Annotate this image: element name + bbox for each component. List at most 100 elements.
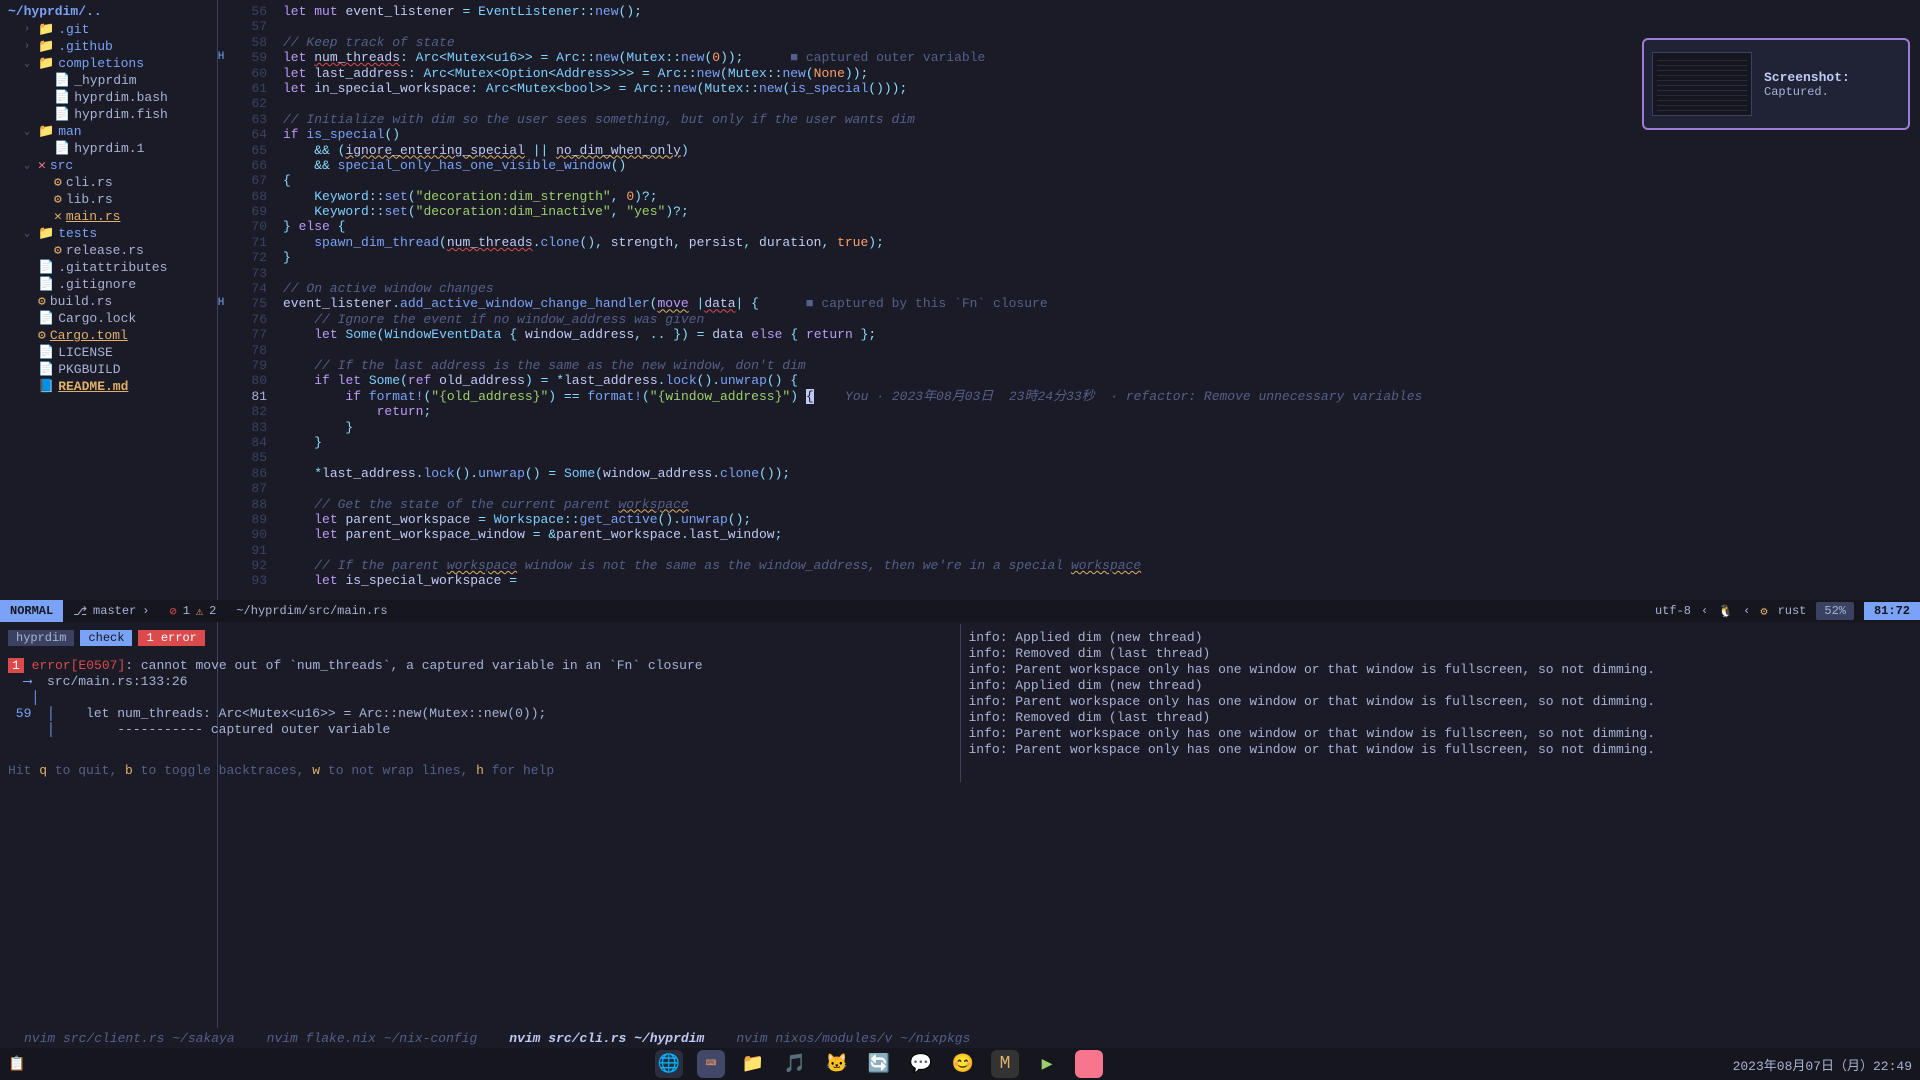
code-line-79[interactable]: // If the last address is the same as th… — [283, 358, 1912, 373]
tree-item-hyprdim-1[interactable]: 📄 hyprdim.1 — [8, 140, 207, 157]
diagnostic-location[interactable]: ⟶ src/main.rs:133:26 — [8, 674, 952, 690]
m-app-icon[interactable]: M — [991, 1050, 1019, 1078]
code-line-77[interactable]: let Some(WindowEventData { window_addres… — [283, 327, 1912, 342]
tree-item-license[interactable]: 📄LICENSE — [8, 344, 207, 361]
tree-item--gitignore[interactable]: 📄.gitignore — [8, 276, 207, 293]
tree-item-completions[interactable]: ⌄📁completions — [8, 55, 207, 72]
taskbar[interactable]: 📋 🌐 ⌨ 📁 🎵 🐱 🔄 💬 😊 M ▶ 2023年08月07日（月）22:4… — [0, 1048, 1920, 1080]
tree-item-cargo-toml[interactable]: ⚙Cargo.toml — [8, 327, 207, 344]
tree-label: .git — [58, 22, 89, 37]
tree-item-lib-rs[interactable]: ⚙lib.rs — [8, 191, 207, 208]
diagnostic-entry[interactable]: 1 error[E0507]: cannot move out of `num_… — [8, 658, 952, 674]
code-line-84[interactable]: } — [283, 435, 1912, 450]
code-line-80[interactable]: if let Some(ref old_address) = *last_add… — [283, 373, 1912, 388]
code-line-70[interactable]: } else { — [283, 219, 1912, 234]
tree-label: hyprdim.1 — [74, 141, 144, 156]
file-icon: 📄 — [54, 141, 70, 156]
code-line-76[interactable]: // Ignore the event if no window_address… — [283, 312, 1912, 327]
tree-item-hyprdim-fish[interactable]: 📄hyprdim.fish — [8, 106, 207, 123]
tmux-window[interactable]: nvim flake.nix ~/nix-config — [251, 1031, 494, 1046]
log-line: info: Applied dim (new thread) — [969, 630, 1913, 646]
code-line-89[interactable]: let parent_workspace = Workspace::get_ac… — [283, 512, 1912, 527]
code-line-81[interactable]: if format!("{old_address}") == format!("… — [283, 389, 1912, 404]
code-line-82[interactable]: return; — [283, 404, 1912, 419]
code-line-92[interactable]: // If the parent workspace window is not… — [283, 558, 1912, 573]
code-line-56[interactable]: let mut event_listener = EventListener::… — [283, 4, 1912, 19]
md-icon: 📘 — [38, 379, 54, 394]
tree-item-main-rs[interactable]: ✕main.rs — [8, 208, 207, 225]
tmux-window[interactable]: nvim src/cli.rs ~/hyprdim — [493, 1031, 720, 1046]
log-line: info: Parent workspace only has one wind… — [969, 694, 1913, 710]
log-line: info: Removed dim (last thread) — [969, 710, 1913, 726]
taskbar-clock[interactable]: 2023年08月07日（月）22:49 — [1733, 1055, 1912, 1074]
media-icon[interactable]: ▶ — [1033, 1050, 1061, 1078]
red-app-icon[interactable] — [1075, 1050, 1103, 1078]
tree-label: cli.rs — [66, 175, 113, 190]
tree-item-man[interactable]: ⌄📁man — [8, 123, 207, 140]
tree-item-release-rs[interactable]: ⚙release.rs — [8, 242, 207, 259]
code-line-75[interactable]: event_listener.add_active_window_change_… — [283, 296, 1912, 311]
code-line-73[interactable] — [283, 266, 1912, 281]
file-icon: 📄 — [38, 362, 54, 377]
tree-label: PKGBUILD — [58, 362, 120, 377]
code-line-86[interactable]: *last_address.lock().unwrap() = Some(win… — [283, 466, 1912, 481]
dock[interactable]: 🌐 ⌨ 📁 🎵 🐱 🔄 💬 😊 M ▶ — [25, 1050, 1732, 1078]
tree-item-cargo-lock[interactable]: 📄Cargo.lock — [8, 310, 207, 327]
log-line: info: Parent workspace only has one wind… — [969, 742, 1913, 758]
tmux-statusbar[interactable]: nvim src/client.rs ~/sakayanvim flake.ni… — [0, 1028, 1920, 1048]
log-line: info: Applied dim (new thread) — [969, 678, 1913, 694]
tmux-window[interactable]: nvim src/client.rs ~/sakaya — [8, 1031, 251, 1046]
files-icon[interactable]: 📁 — [739, 1050, 767, 1078]
tree-item-src[interactable]: ⌄✕src — [8, 157, 207, 174]
tree-item-readme-md[interactable]: 📘README.md — [8, 378, 207, 395]
code-line-78[interactable] — [283, 343, 1912, 358]
status-right: utf-8 ‹ 🐧 ‹ ⚙ rust 52% 81:72 — [1655, 602, 1920, 620]
code-line-93[interactable]: let is_special_workspace = — [283, 573, 1912, 588]
diagnostics-pane[interactable]: hyprdim check 1 error 1 error[E0507]: ca… — [0, 624, 961, 782]
code-line-72[interactable]: } — [283, 250, 1912, 265]
file-icon: 📄 — [54, 90, 70, 105]
code-line-57[interactable] — [283, 19, 1912, 34]
tree-item-cli-rs[interactable]: ⚙cli.rs — [8, 174, 207, 191]
code-line-87[interactable] — [283, 481, 1912, 496]
code-line-91[interactable] — [283, 543, 1912, 558]
emoji-icon[interactable]: 😊 — [949, 1050, 977, 1078]
terminal-icon[interactable]: ⌨ — [697, 1050, 725, 1078]
tree-item-hyprdim-bash[interactable]: 📄hyprdim.bash — [8, 89, 207, 106]
pane-separator[interactable] — [217, 0, 218, 1080]
tree-item--hyprdim[interactable]: 📄_hyprdim — [8, 72, 207, 89]
sync-icon[interactable]: 🔄 — [865, 1050, 893, 1078]
code-line-68[interactable]: Keyword::set("decoration:dim_strength", … — [283, 189, 1912, 204]
music-icon[interactable]: 🎵 — [781, 1050, 809, 1078]
statusline: NORMAL ⎇ master › ⊘1 ⚠2 ~/hyprdim/src/ma… — [0, 600, 1920, 622]
tree-item-tests[interactable]: ⌄📁tests — [8, 225, 207, 242]
screenshot-notification[interactable]: Screenshot: Captured. — [1642, 38, 1910, 130]
tree-item-build-rs[interactable]: ⚙build.rs — [8, 293, 207, 310]
clipboard-tray-icon[interactable]: 📋 — [8, 1056, 25, 1073]
code-line-69[interactable]: Keyword::set("decoration:dim_inactive", … — [283, 204, 1912, 219]
code-line-85[interactable] — [283, 450, 1912, 465]
chat-icon[interactable]: 💬 — [907, 1050, 935, 1078]
code-line-66[interactable]: && special_only_has_one_visible_window() — [283, 158, 1912, 173]
code-line-90[interactable]: let parent_workspace_window = &parent_wo… — [283, 527, 1912, 542]
notification-title: Screenshot: — [1764, 70, 1900, 85]
cat-icon[interactable]: 🐱 — [823, 1050, 851, 1078]
code-line-83[interactable]: } — [283, 420, 1912, 435]
file-tree[interactable]: ~/hyprdim/.. ›📁.git›📁.github⌄📁completion… — [0, 0, 215, 600]
tree-label: _hyprdim — [74, 73, 136, 88]
tree-item--github[interactable]: ›📁.github — [8, 38, 207, 55]
browser-icon[interactable]: 🌐 — [655, 1050, 683, 1078]
tree-item--gitattributes[interactable]: 📄.gitattributes — [8, 259, 207, 276]
folder-icon: 📁 — [38, 56, 54, 71]
tree-item--git[interactable]: ›📁.git — [8, 21, 207, 38]
code-line-74[interactable]: // On active window changes — [283, 281, 1912, 296]
code-line-88[interactable]: // Get the state of the current parent w… — [283, 497, 1912, 512]
log-pane[interactable]: info: Applied dim (new thread) info: Remo… — [961, 624, 1920, 782]
tree-root[interactable]: ~/hyprdim/.. — [8, 4, 207, 19]
tmux-window[interactable]: nvim nixos/modules/v ~/nixpkgs — [720, 1031, 986, 1046]
code-line-65[interactable]: && (ignore_entering_special || no_dim_wh… — [283, 143, 1912, 158]
code-line-71[interactable]: spawn_dim_thread(num_threads.clone(), st… — [283, 235, 1912, 250]
tree-label: LICENSE — [58, 345, 113, 360]
code-line-67[interactable]: { — [283, 173, 1912, 188]
tree-item-pkgbuild[interactable]: 📄 PKGBUILD — [8, 361, 207, 378]
